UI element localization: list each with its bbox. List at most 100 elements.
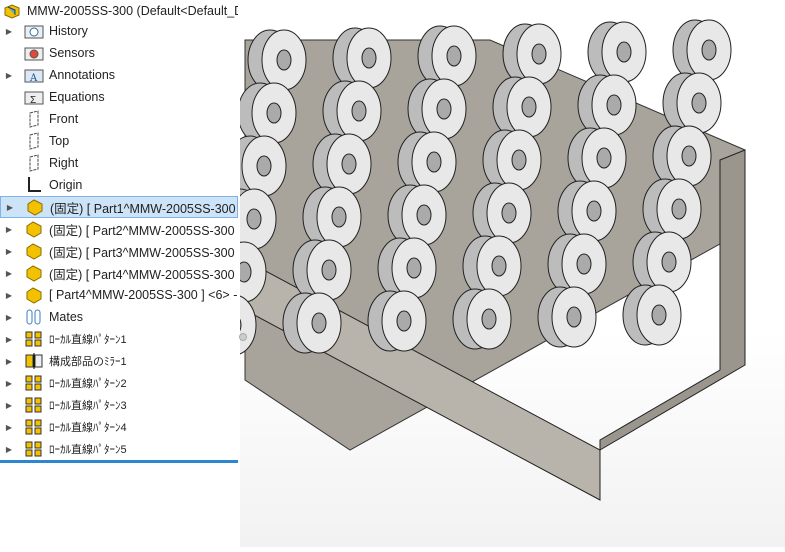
tree-item[interactable]: ▶ History (0, 20, 238, 42)
tree-item[interactable]: ▶ (固定) [ Part4^MMW-2005SS-300 ] <1 (0, 262, 238, 284)
panel-splitter-handle[interactable] (239, 333, 247, 341)
linear-pattern-icon (24, 396, 44, 414)
tree-item-label: Annotations (49, 68, 116, 82)
expand-arrow-icon[interactable]: ▶ (0, 247, 18, 256)
tree-item[interactable]: ▶ ﾛｰｶﾙ直線ﾊﾟﾀｰﾝ2 (0, 372, 238, 394)
tree-root-assembly[interactable]: MMW-2005SS-300 (Default<Default_Dis (0, 0, 238, 22)
tree-item[interactable]: ▶ (固定) [ Part2^MMW-2005SS-300 ] <1 (0, 218, 238, 240)
tree-item-label: (固定) [ Part1^MMW-2005SS-300 ] <1 (50, 201, 237, 216)
roller-hub (361, 47, 377, 69)
sensors-folder-icon (24, 44, 44, 62)
expand-arrow-icon[interactable]: ▶ (0, 291, 18, 300)
roller-hub (616, 41, 632, 63)
linear-pattern-icon (24, 330, 44, 348)
expand-arrow-icon[interactable]: ▶ (0, 401, 18, 410)
linear-pattern-icon (24, 374, 44, 392)
tree-item-label: (固定) [ Part3^MMW-2005SS-300 ] <1 (49, 245, 238, 260)
tree-item-label: Front (49, 112, 79, 126)
expand-arrow-icon[interactable]: ▶ (0, 313, 18, 322)
expand-arrow-icon[interactable]: ▶ (0, 445, 18, 454)
feature-manager-tree: MMW-2005SS-300 (Default<Default_Dis ▶ His… (0, 0, 240, 547)
expand-arrow-icon[interactable]: ▶ (0, 225, 18, 234)
roller-hub (266, 102, 282, 124)
expand-arrow-icon[interactable]: ▶ (0, 423, 18, 432)
roller-hub (396, 310, 412, 332)
tree-item[interactable]: ▶ ﾛｰｶﾙ直線ﾊﾟﾀｰﾝ5 (0, 438, 238, 460)
tree-item[interactable]: ▶ ﾛｰｶﾙ直線ﾊﾟﾀｰﾝ1 (0, 328, 238, 350)
expand-arrow-icon[interactable]: ▶ (0, 269, 18, 278)
roller-hub (256, 155, 272, 177)
linear-pattern-icon (24, 440, 44, 458)
tree-item[interactable]: ▶ ﾛｰｶﾙ直線ﾊﾟﾀｰﾝ3 (0, 394, 238, 416)
tree-item[interactable]: Sensors (0, 42, 238, 64)
annotations-folder-icon: A (24, 66, 44, 84)
history-folder-icon (24, 22, 44, 40)
roller-hub (651, 304, 667, 326)
expand-arrow-icon[interactable]: ▶ (0, 357, 18, 366)
tree-item-label: ﾛｰｶﾙ直線ﾊﾟﾀｰﾝ4 (49, 422, 127, 434)
tree-item[interactable]: ▶ Mates (0, 306, 238, 328)
tree-item-label: (固定) [ Part4^MMW-2005SS-300 ] <1 (49, 267, 238, 282)
tree-item[interactable]: ▶ (固定) [ Part1^MMW-2005SS-300 ] <1 (0, 196, 238, 218)
plane-icon (24, 110, 44, 128)
expand-arrow-icon[interactable]: ▶ (0, 335, 18, 344)
roller-hub (681, 145, 697, 167)
plane-icon (24, 132, 44, 150)
tree-item-label: ﾛｰｶﾙ直線ﾊﾟﾀｰﾝ5 (49, 444, 127, 456)
tree-item-label: Equations (49, 90, 105, 104)
tree-item-label: ﾛｰｶﾙ直線ﾊﾟﾀｰﾝ2 (49, 378, 127, 390)
tree-item[interactable]: Front (0, 108, 238, 130)
tree-item[interactable]: ▶ A Annotations (0, 64, 238, 86)
roller-hub (406, 257, 422, 279)
expand-arrow-icon[interactable]: ▶ (0, 71, 18, 80)
roller-hub (276, 49, 292, 71)
assembly-icon (2, 2, 22, 20)
tree-item[interactable]: ▶ (固定) [ Part3^MMW-2005SS-300 ] <1 (0, 240, 238, 262)
tree-item[interactable]: Top (0, 130, 238, 152)
conveyor-model-3d (197, 19, 746, 501)
tree-item[interactable]: ▶ [ Part4^MMW-2005SS-300 ] <6> -> ( (0, 284, 238, 306)
roller-hub (566, 306, 582, 328)
tree-end-marker (0, 460, 238, 463)
roller-hub (606, 94, 622, 116)
roller-hub (491, 255, 507, 277)
tree-item-label: Right (49, 156, 79, 170)
graphics-viewport[interactable] (197, 0, 785, 547)
tree-item-label: ﾛｰｶﾙ直線ﾊﾟﾀｰﾝ1 (49, 334, 127, 346)
expand-arrow-icon[interactable]: ▶ (1, 203, 19, 212)
part-icon (24, 264, 44, 282)
roller-hub (426, 151, 442, 173)
expand-arrow-icon[interactable]: ▶ (0, 379, 18, 388)
tree-root-label: MMW-2005SS-300 (Default<Default_Dis (27, 4, 238, 18)
roller-hub (586, 200, 602, 222)
roller-hub (331, 206, 347, 228)
tree-item-label: 構成部品のﾐﾗｰ1 (49, 356, 127, 368)
roller-hub (481, 308, 497, 330)
tree-item[interactable]: Σ Equations (0, 86, 238, 108)
roller-hub (531, 43, 547, 65)
origin-icon (24, 176, 44, 194)
tree-item[interactable]: ▶ 構成部品のﾐﾗｰ1 (0, 350, 238, 372)
tree-item-label: History (49, 24, 88, 38)
part-icon (25, 198, 45, 216)
tree-item[interactable]: Right (0, 152, 238, 174)
roller-hub (246, 208, 262, 230)
roller-hub (351, 100, 367, 122)
roller-hub (691, 92, 707, 114)
tree-item[interactable]: Origin (0, 174, 238, 196)
roller-hub (596, 147, 612, 169)
svg-text:Σ: Σ (30, 95, 36, 105)
roller-hub (701, 39, 717, 61)
roller-hub (576, 253, 592, 275)
tree-item-label: [ Part4^MMW-2005SS-300 ] <6> -> ( (49, 288, 238, 302)
tree-item[interactable]: ▶ ﾛｰｶﾙ直線ﾊﾟﾀｰﾝ4 (0, 416, 238, 438)
mates-icon (24, 308, 44, 326)
tree-item-label: Mates (49, 310, 84, 324)
roller-hub (236, 261, 252, 283)
expand-arrow-icon[interactable]: ▶ (0, 27, 18, 36)
roller-hub (661, 251, 677, 273)
equations-folder-icon: Σ (24, 88, 44, 106)
roller-hub (511, 149, 527, 171)
roller-hub (321, 259, 337, 281)
tree-item-label: ﾛｰｶﾙ直線ﾊﾟﾀｰﾝ3 (49, 400, 127, 412)
